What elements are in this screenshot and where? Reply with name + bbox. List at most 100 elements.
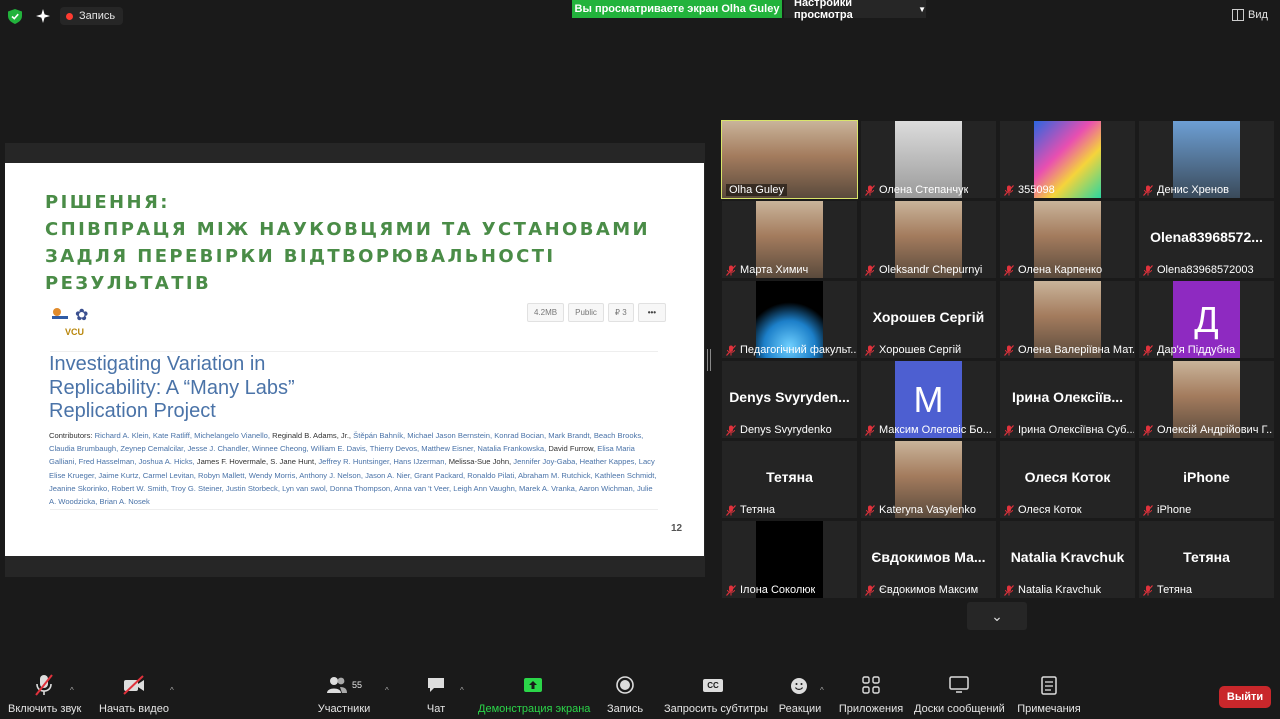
participant-tile[interactable]: Педагогічний факульт... xyxy=(722,281,857,358)
view-options-button[interactable]: Настройки просмотра ▼ xyxy=(784,0,926,21)
participant-tile[interactable]: Natalia Kravchuk Natalia Kravchuk xyxy=(1000,521,1135,598)
contributor-name[interactable]: Thierry Devos, xyxy=(370,444,419,453)
split-resize-handle[interactable] xyxy=(707,349,711,371)
contributor-name[interactable]: Richard A. Klein, xyxy=(95,431,151,440)
chat-options-caret[interactable]: ^ xyxy=(460,686,464,695)
participant-tile[interactable]: Denys Svyryden... Denys Svyrydenko xyxy=(722,361,857,438)
contributor-name[interactable]: Zeynep Cemalcilar, xyxy=(120,444,185,453)
contributor-name[interactable]: Jeanine Skorinko, xyxy=(49,484,109,493)
contributor-name[interactable]: Lyn van swol, xyxy=(282,484,328,493)
contributor-name[interactable]: Fred Hasselman, xyxy=(79,457,137,466)
contributor-name[interactable]: Natalia Frankowska, xyxy=(477,444,546,453)
contributor-name[interactable]: Kate Ratliff, xyxy=(153,431,192,440)
reactions-options-caret[interactable]: ^ xyxy=(820,686,824,695)
contributor-name[interactable]: Justin Storbeck, xyxy=(226,484,280,493)
contributor-name[interactable]: Marek A. Vranka, xyxy=(519,484,577,493)
contributor-name[interactable]: Mark Brandt, xyxy=(548,431,591,440)
participant-display-name: Олеся Коток xyxy=(1024,469,1111,485)
participant-tile[interactable]: Марта Химич xyxy=(722,201,857,278)
contributor-name[interactable]: William E. Davis, xyxy=(311,444,368,453)
contributor-name[interactable]: Carmel Levitan, xyxy=(143,471,196,480)
share-screen-button[interactable]: Демонстрация экрана xyxy=(478,672,590,715)
leave-button[interactable]: Выйти xyxy=(1219,686,1271,708)
contributor-name[interactable]: Kathleen Schmidt, xyxy=(595,471,657,480)
contributor-name[interactable]: Anthony J. Nelson, xyxy=(299,471,363,480)
contributor-name[interactable]: Hans IJzerman, xyxy=(393,457,446,466)
contributor-name[interactable]: Matthew Eisner, xyxy=(421,444,475,453)
participant-tile[interactable]: Олена Валеріївна Мат... xyxy=(1000,281,1135,358)
contributor-name[interactable]: Aaron Wichman, xyxy=(579,484,635,493)
participants-count: 55 xyxy=(351,680,362,690)
video-options-caret[interactable]: ^ xyxy=(170,686,174,695)
recording-indicator[interactable]: Запись xyxy=(60,7,124,25)
contributor-name[interactable]: Beach Brooks, xyxy=(594,431,643,440)
contributor-name[interactable]: Jesse J. Chandler, xyxy=(187,444,249,453)
participant-tile[interactable]: Kateryna Vasylenko xyxy=(861,441,996,518)
participant-tile[interactable]: Тетяна Тетяна xyxy=(1139,521,1274,598)
participant-tile[interactable]: Хорошев Сергій Хорошев Сергій xyxy=(861,281,996,358)
contributor-name[interactable]: Robert W. Smith, xyxy=(112,484,169,493)
contributor-name[interactable]: Leigh Ann Vaughn, xyxy=(453,484,517,493)
participant-name: Denys Svyrydenko xyxy=(740,424,832,436)
participant-tile[interactable]: iPhone iPhone xyxy=(1139,441,1274,518)
contributor-name[interactable]: Štěpán Bahník, xyxy=(353,431,405,440)
contributor-name[interactable]: Michelangelo Vianello, xyxy=(194,431,270,440)
apps-button[interactable]: Приложения xyxy=(838,672,904,715)
participant-tile[interactable]: Ірина Олексіїв... Ірина Олексіївна Суб... xyxy=(1000,361,1135,438)
chat-button[interactable]: Чат xyxy=(420,672,452,715)
contributor-name[interactable]: Michael Jason Bernstein, xyxy=(407,431,492,440)
contributor-name[interactable]: Winnee Cheong, xyxy=(252,444,309,453)
participant-tile[interactable]: Олеся Коток Олеся Коток xyxy=(1000,441,1135,518)
audio-options-caret[interactable]: ^ xyxy=(70,686,74,695)
captions-button[interactable]: CC Запросить субтитры xyxy=(664,672,768,715)
contributor-name[interactable]: Jeffrey R. Huntsinger, xyxy=(318,457,391,466)
shield-icon[interactable] xyxy=(8,9,22,24)
record-button[interactable]: Запись xyxy=(604,672,646,715)
mic-muted-icon xyxy=(865,184,875,196)
contributor-name[interactable]: Ronaldo Pilati, xyxy=(467,471,516,480)
participant-tile[interactable]: Олена Карпенко xyxy=(1000,201,1135,278)
participant-tile[interactable]: Ілона Соколюк xyxy=(722,521,857,598)
contributor-name[interactable]: Anna van 't Veer, xyxy=(394,484,451,493)
participant-tile[interactable]: Д Дар'я Піддубна xyxy=(1139,281,1274,358)
participant-tile[interactable]: M Максим Олеговic Бо... xyxy=(861,361,996,438)
view-button[interactable]: Вид xyxy=(1232,9,1268,21)
contributor-name[interactable]: Konrad Bocian, xyxy=(494,431,546,440)
contributor-name[interactable]: Heather Kappes, xyxy=(580,457,637,466)
share-banner: Вы просматриваете экран Olha Guley xyxy=(572,0,782,18)
contributor-name[interactable]: Wendy Morris, xyxy=(249,471,298,480)
contributor-name[interactable]: Claudia Brumbaugh, xyxy=(49,444,118,453)
gallery-scroll-down-button[interactable]: ⌄ xyxy=(967,602,1027,630)
contributor-name[interactable]: Donna Thompson, xyxy=(330,484,392,493)
contributor-name[interactable]: Brian A. Nosek xyxy=(100,497,150,506)
chevron-down-icon: ⌄ xyxy=(991,607,1003,624)
reactions-button[interactable]: Реакции xyxy=(778,672,822,715)
participant-tile[interactable]: Тетяна Тетяна xyxy=(722,441,857,518)
contributor-name[interactable]: Joshua A. Hicks, xyxy=(139,457,195,466)
notes-label: Примечания xyxy=(1017,703,1081,715)
participant-tile[interactable]: 355098 xyxy=(1000,121,1135,198)
contributor-name[interactable]: Robyn Mallett, xyxy=(198,471,247,480)
contributor-name[interactable]: Grant Packard, xyxy=(414,471,465,480)
contributor-name[interactable]: Jennifer Joy-Gaba, xyxy=(513,457,577,466)
whiteboards-button[interactable]: Доски сообщений xyxy=(914,672,1005,715)
vcu-logo: VCU xyxy=(65,327,85,337)
start-video-button[interactable]: Начать видео xyxy=(98,672,170,715)
participant-tile[interactable]: Денис Хренов xyxy=(1139,121,1274,198)
participant-tile[interactable]: Olena83968572... Olena83968572003 xyxy=(1139,201,1274,278)
participant-tile[interactable]: Olha Guley xyxy=(721,120,858,199)
contributor-name[interactable]: Jason A. Nier, xyxy=(365,471,412,480)
notes-button[interactable]: Примечания xyxy=(1016,672,1082,715)
mic-muted-icon xyxy=(1004,184,1014,196)
contributor-name[interactable]: Abraham M. Rutchick, xyxy=(518,471,593,480)
ai-companion-icon[interactable] xyxy=(35,8,51,24)
participant-name-label: Олексій Андрійович Г... xyxy=(1143,424,1273,436)
participant-tile[interactable]: Олена Степанчук xyxy=(861,121,996,198)
participants-options-caret[interactable]: ^ xyxy=(385,686,389,695)
participant-tile[interactable]: Олексій Андрійович Г... xyxy=(1139,361,1274,438)
contributor-name[interactable]: Jaime Kurtz, xyxy=(98,471,140,480)
contributor-name[interactable]: Troy G. Steiner, xyxy=(171,484,224,493)
participant-tile[interactable]: Євдокимов Ма... Євдокимов Максим xyxy=(861,521,996,598)
participants-button[interactable]: 55 Участники xyxy=(316,672,372,715)
participant-tile[interactable]: Oleksandr Chepurnyi xyxy=(861,201,996,278)
